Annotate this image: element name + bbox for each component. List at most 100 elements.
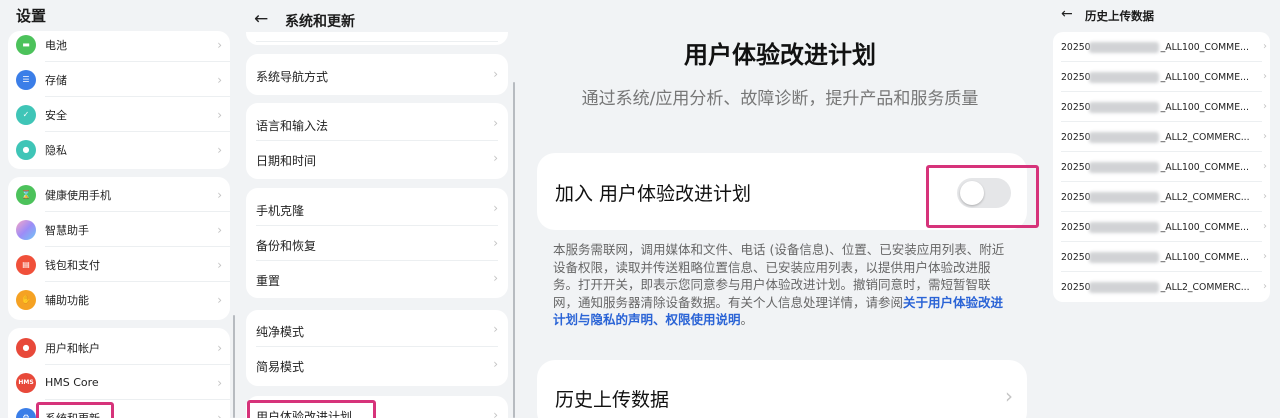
chevron-right-icon: › bbox=[1005, 384, 1013, 408]
settings-item-label: 智慧助手 bbox=[45, 223, 89, 237]
system-item-label: 简易模式 bbox=[256, 360, 305, 374]
filename-suffix: _ALL100_COMME... bbox=[1160, 252, 1249, 263]
redacted-blur bbox=[1089, 222, 1159, 233]
back-arrow-icon[interactable]: ← bbox=[1061, 6, 1073, 22]
settings-item-label: 电池 bbox=[45, 38, 67, 52]
history-row[interactable]: 20250 _ALL100_COMME... › bbox=[1053, 212, 1270, 242]
system-icon: ⚙ bbox=[16, 407, 36, 418]
history-row[interactable]: 20250 _ALL100_COMME... › bbox=[1053, 152, 1270, 182]
filename-prefix: 20250 bbox=[1061, 162, 1091, 173]
filename-prefix: 20250 bbox=[1061, 102, 1091, 113]
system-group-backup: 手机克隆 › 备份和恢复 › 重置 › bbox=[246, 188, 508, 298]
settings-item-accessibility[interactable]: ✋ 辅助功能 › bbox=[8, 282, 230, 317]
settings-item-security[interactable]: ✓ 安全 › bbox=[8, 97, 230, 132]
storage-icon: ☰ bbox=[16, 69, 36, 90]
settings-group-services: ⌛ 健康使用手机 › 智慧助手 › ▤ 钱包和支付 › ✋ 辅助功能 › bbox=[8, 177, 230, 320]
chevron-right-icon: › bbox=[1263, 281, 1267, 292]
wallet-icon: ▤ bbox=[16, 254, 36, 275]
chevron-right-icon: › bbox=[217, 340, 222, 355]
chevron-right-icon: › bbox=[493, 271, 498, 285]
chevron-right-icon: › bbox=[217, 292, 222, 307]
toggle-knob bbox=[960, 181, 984, 205]
history-title: 历史上传数据 bbox=[1085, 9, 1154, 23]
chevron-right-icon: › bbox=[493, 357, 498, 371]
chevron-right-icon: › bbox=[1263, 131, 1267, 142]
system-item-ux-plan[interactable]: 用户体验改进计划 › bbox=[246, 398, 508, 418]
history-row[interactable]: 20250 _ALL100_COMME... › bbox=[1053, 32, 1270, 62]
system-item-navigation[interactable]: 系统导航方式 › bbox=[246, 57, 508, 92]
back-arrow-icon[interactable]: ← bbox=[254, 9, 268, 29]
user-icon: ● bbox=[16, 337, 36, 358]
settings-item-hms-core[interactable]: HMS HMS Core › bbox=[8, 365, 230, 400]
settings-group-device: ▬ 电池 › ☰ 存储 › ✓ 安全 › ● 隐私 › bbox=[8, 31, 230, 169]
accessibility-icon: ✋ bbox=[16, 289, 36, 310]
chevron-right-icon: › bbox=[217, 72, 222, 87]
filename-suffix: _ALL2_COMMERC... bbox=[1160, 132, 1250, 143]
chevron-right-icon: › bbox=[493, 116, 498, 130]
filename-prefix: 20250 bbox=[1061, 222, 1091, 233]
system-item-label: 系统导航方式 bbox=[256, 70, 329, 84]
history-row[interactable]: 20250 _ALL100_COMME... › bbox=[1053, 242, 1270, 272]
system-item-simple-mode[interactable]: 简易模式 › bbox=[246, 347, 508, 382]
system-item-backup[interactable]: 备份和恢复 › bbox=[246, 226, 508, 261]
filename-suffix: _ALL100_COMME... bbox=[1160, 72, 1249, 83]
settings-item-users[interactable]: ● 用户和帐户 › bbox=[8, 330, 230, 365]
join-plan-label: 加入 用户体验改进计划 bbox=[555, 183, 752, 205]
settings-item-label: 系统和更新 bbox=[45, 411, 100, 418]
page-title: 用户体验改进计划 bbox=[684, 41, 876, 69]
history-panel: ← 历史上传数据 20250 _ALL100_COMME... › 20250 _ALL… bbox=[1045, 0, 1280, 418]
filename-prefix: 20250 bbox=[1061, 72, 1091, 83]
settings-item-system[interactable]: ⚙ 系统和更新 › bbox=[8, 400, 230, 418]
history-row[interactable]: 20250 _ALL2_COMMERC... › bbox=[1053, 272, 1270, 302]
join-plan-toggle[interactable] bbox=[957, 178, 1011, 208]
history-row[interactable]: 20250 _ALL2_COMMERC... › bbox=[1053, 122, 1270, 152]
scrollbar[interactable] bbox=[513, 82, 515, 418]
system-item-pure-mode[interactable]: 纯净模式 › bbox=[246, 312, 508, 347]
filename-suffix: _ALL2_COMMERC... bbox=[1160, 282, 1250, 293]
system-item-label: 语言和输入法 bbox=[256, 119, 329, 133]
settings-item-health[interactable]: ⌛ 健康使用手机 › bbox=[8, 177, 230, 212]
settings-item-battery[interactable]: ▬ 电池 › bbox=[8, 27, 230, 62]
chevron-right-icon: › bbox=[217, 375, 222, 390]
chevron-right-icon: › bbox=[217, 410, 222, 418]
join-plan-card: 加入 用户体验改进计划 bbox=[537, 153, 1027, 230]
filename-suffix: _ALL2_COMMERC... bbox=[1160, 192, 1250, 203]
system-item-datetime[interactable]: 日期和时间 › bbox=[246, 141, 508, 176]
redacted-blur bbox=[1089, 102, 1159, 113]
system-item-label: 纯净模式 bbox=[256, 325, 305, 339]
chevron-right-icon: › bbox=[217, 187, 222, 202]
settings-item-storage[interactable]: ☰ 存储 › bbox=[8, 62, 230, 97]
chevron-right-icon: › bbox=[493, 201, 498, 215]
filename-suffix: _ALL100_COMME... bbox=[1160, 42, 1249, 53]
filename-prefix: 20250 bbox=[1061, 252, 1091, 263]
redacted-blur bbox=[1089, 162, 1159, 173]
settings-item-label: 辅助功能 bbox=[45, 293, 89, 307]
settings-item-wallet[interactable]: ▤ 钱包和支付 › bbox=[8, 247, 230, 282]
hms-icon: HMS bbox=[16, 372, 36, 393]
settings-item-assistant[interactable]: 智慧助手 › bbox=[8, 212, 230, 247]
scrollbar[interactable] bbox=[233, 315, 235, 418]
history-row[interactable]: 20250 _ALL100_COMME... › bbox=[1053, 92, 1270, 122]
filename-suffix: _ALL100_COMME... bbox=[1160, 102, 1249, 113]
redacted-blur bbox=[1089, 42, 1159, 53]
chevron-right-icon: › bbox=[217, 107, 222, 122]
history-row[interactable]: 20250 _ALL2_COMMERC... › bbox=[1053, 182, 1270, 212]
chevron-right-icon: › bbox=[1263, 41, 1267, 52]
system-item-language[interactable]: 语言和输入法 › bbox=[246, 106, 508, 141]
chevron-right-icon: › bbox=[1263, 71, 1267, 82]
chevron-right-icon: › bbox=[217, 37, 222, 52]
page-subtitle: 通过系统/应用分析、故障诊断，提升产品和服务质量 bbox=[581, 89, 979, 109]
system-panel: ← 系统和更新 系统导航方式 › 语言和输入法 › 日期和时间 › 手机克隆 ›… bbox=[238, 0, 520, 418]
system-item-reset[interactable]: 重置 › bbox=[246, 261, 508, 296]
settings-item-privacy[interactable]: ● 隐私 › bbox=[8, 132, 230, 167]
chevron-right-icon: › bbox=[1263, 191, 1267, 202]
history-row[interactable]: 20250 _ALL100_COMME... › bbox=[1053, 62, 1270, 92]
upload-history-label: 历史上传数据 bbox=[555, 389, 670, 411]
filename-suffix: _ALL100_COMME... bbox=[1160, 222, 1249, 233]
system-group-navigation: 系统导航方式 › bbox=[246, 54, 508, 95]
system-item-phone-clone[interactable]: 手机克隆 › bbox=[246, 191, 508, 226]
chevron-right-icon: › bbox=[217, 142, 222, 157]
system-group-modes: 纯净模式 › 简易模式 › bbox=[246, 310, 508, 386]
upload-history-item[interactable]: 历史上传数据 › bbox=[537, 360, 1027, 418]
system-item-label: 手机克隆 bbox=[256, 204, 305, 218]
